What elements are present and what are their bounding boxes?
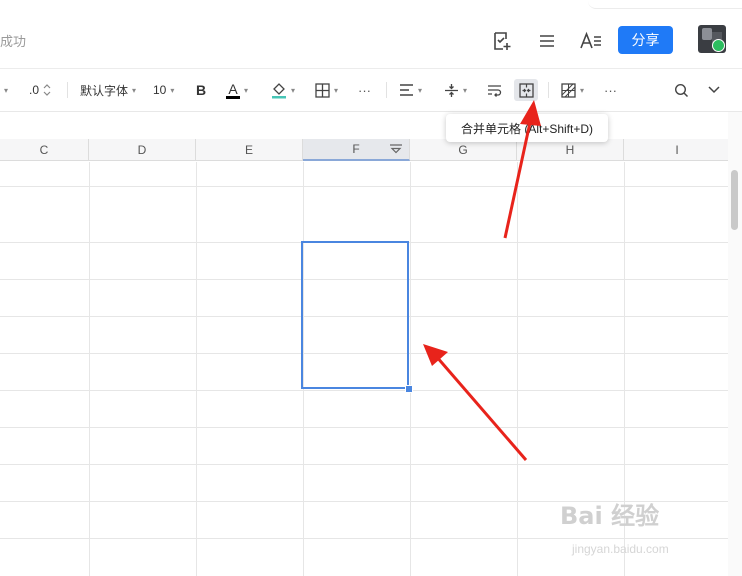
- arrowhead-merge: [520, 100, 541, 126]
- arrowhead-selection: [423, 344, 448, 366]
- annotation-arrows: [423, 100, 541, 461]
- arrow-to-merge-button: [503, 117, 533, 239]
- arrow-to-selection: [434, 355, 528, 461]
